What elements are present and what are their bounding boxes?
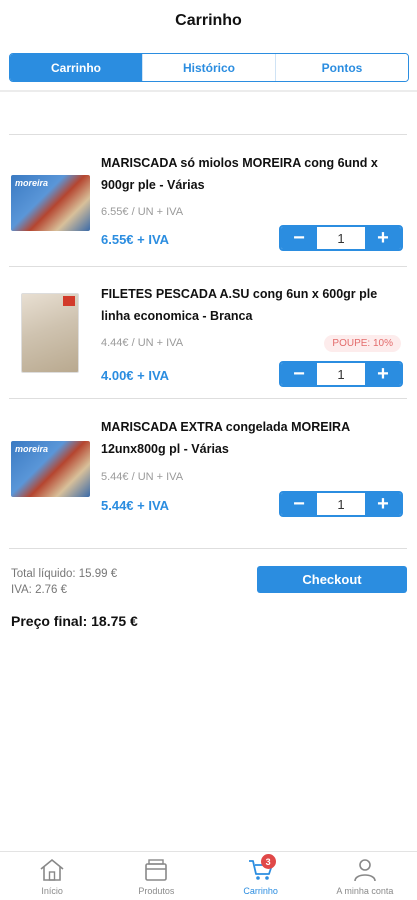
discount-badge: POUPE: 10% [324, 335, 401, 352]
checkout-button[interactable]: Checkout [257, 566, 407, 593]
product-image[interactable]: moreira [11, 175, 90, 231]
quantity-input[interactable]: 1 [317, 227, 365, 249]
total-liquido: Total líquido: 15.99 € [11, 568, 118, 580]
item-price: 5.44€ + IVA [101, 498, 170, 513]
quantity-stepper: − 1 + [279, 225, 403, 251]
product-image[interactable] [21, 293, 79, 373]
increase-quantity-button[interactable]: + [365, 227, 401, 249]
page-title: Carrinho [175, 12, 242, 29]
product-brand-logo: moreira [15, 178, 49, 188]
box-icon [141, 856, 171, 884]
tab-historico[interactable]: Histórico [142, 54, 275, 81]
unit-price: 4.44€ / UN + IVA [101, 337, 184, 349]
item-price: 4.00€ + IVA [101, 368, 170, 383]
product-brand-logo: moreira [15, 444, 49, 454]
decrease-quantity-button[interactable]: − [281, 227, 317, 249]
product-name[interactable]: FILETES PESCADA A.SU cong 6un x 600gr pl… [101, 283, 407, 327]
tab-carrinho[interactable]: Carrinho [10, 54, 142, 81]
product-name[interactable]: MARISCADA EXTRA congelada MOREIRA 12unx8… [101, 416, 407, 460]
home-icon [37, 856, 67, 884]
user-icon [350, 856, 380, 884]
nav-item-inicio[interactable]: Início [0, 852, 104, 900]
item-price: 6.55€ + IVA [101, 232, 170, 247]
cart-item: moreira MARISCADA só miolos MOREIRA cong… [9, 135, 407, 267]
preco-final: Preço final: 18.75 € [11, 613, 138, 629]
cart-item: moreira MARISCADA EXTRA congelada MOREIR… [9, 399, 407, 549]
nav-label: Início [41, 886, 63, 896]
cart-item-list: moreira MARISCADA só miolos MOREIRA cong… [9, 134, 407, 549]
product-tag-icon [63, 296, 75, 306]
cart-count-badge: 3 [260, 854, 276, 869]
iva-total: IVA: 2.76 € [11, 584, 68, 596]
product-image[interactable]: moreira [11, 441, 90, 497]
nav-item-carrinho[interactable]: 3 Carrinho [209, 852, 313, 900]
nav-label: Carrinho [243, 886, 278, 896]
nav-label: Produtos [138, 886, 175, 896]
divider [0, 90, 417, 92]
decrease-quantity-button[interactable]: − [281, 363, 317, 385]
unit-price: 5.44€ / UN + IVA [101, 471, 184, 483]
tab-pontos[interactable]: Pontos [275, 54, 408, 81]
cart-tabs: Carrinho Histórico Pontos [9, 53, 409, 82]
increase-quantity-button[interactable]: + [365, 493, 401, 515]
quantity-stepper: − 1 + [279, 361, 403, 387]
quantity-input[interactable]: 1 [317, 493, 365, 515]
unit-price: 6.55€ / UN + IVA [101, 206, 184, 218]
product-name[interactable]: MARISCADA só miolos MOREIRA cong 6und x … [101, 152, 407, 196]
increase-quantity-button[interactable]: + [365, 363, 401, 385]
cart-icon: 3 [246, 854, 276, 884]
nav-item-minha-conta[interactable]: A minha conta [313, 852, 417, 900]
decrease-quantity-button[interactable]: − [281, 493, 317, 515]
quantity-stepper: − 1 + [279, 491, 403, 517]
quantity-input[interactable]: 1 [317, 363, 365, 385]
nav-item-produtos[interactable]: Produtos [104, 852, 208, 900]
cart-item: FILETES PESCADA A.SU cong 6un x 600gr pl… [9, 267, 407, 399]
nav-label: A minha conta [336, 886, 394, 896]
bottom-nav: Início Produtos 3 Carrinho A minha conta [0, 851, 417, 900]
